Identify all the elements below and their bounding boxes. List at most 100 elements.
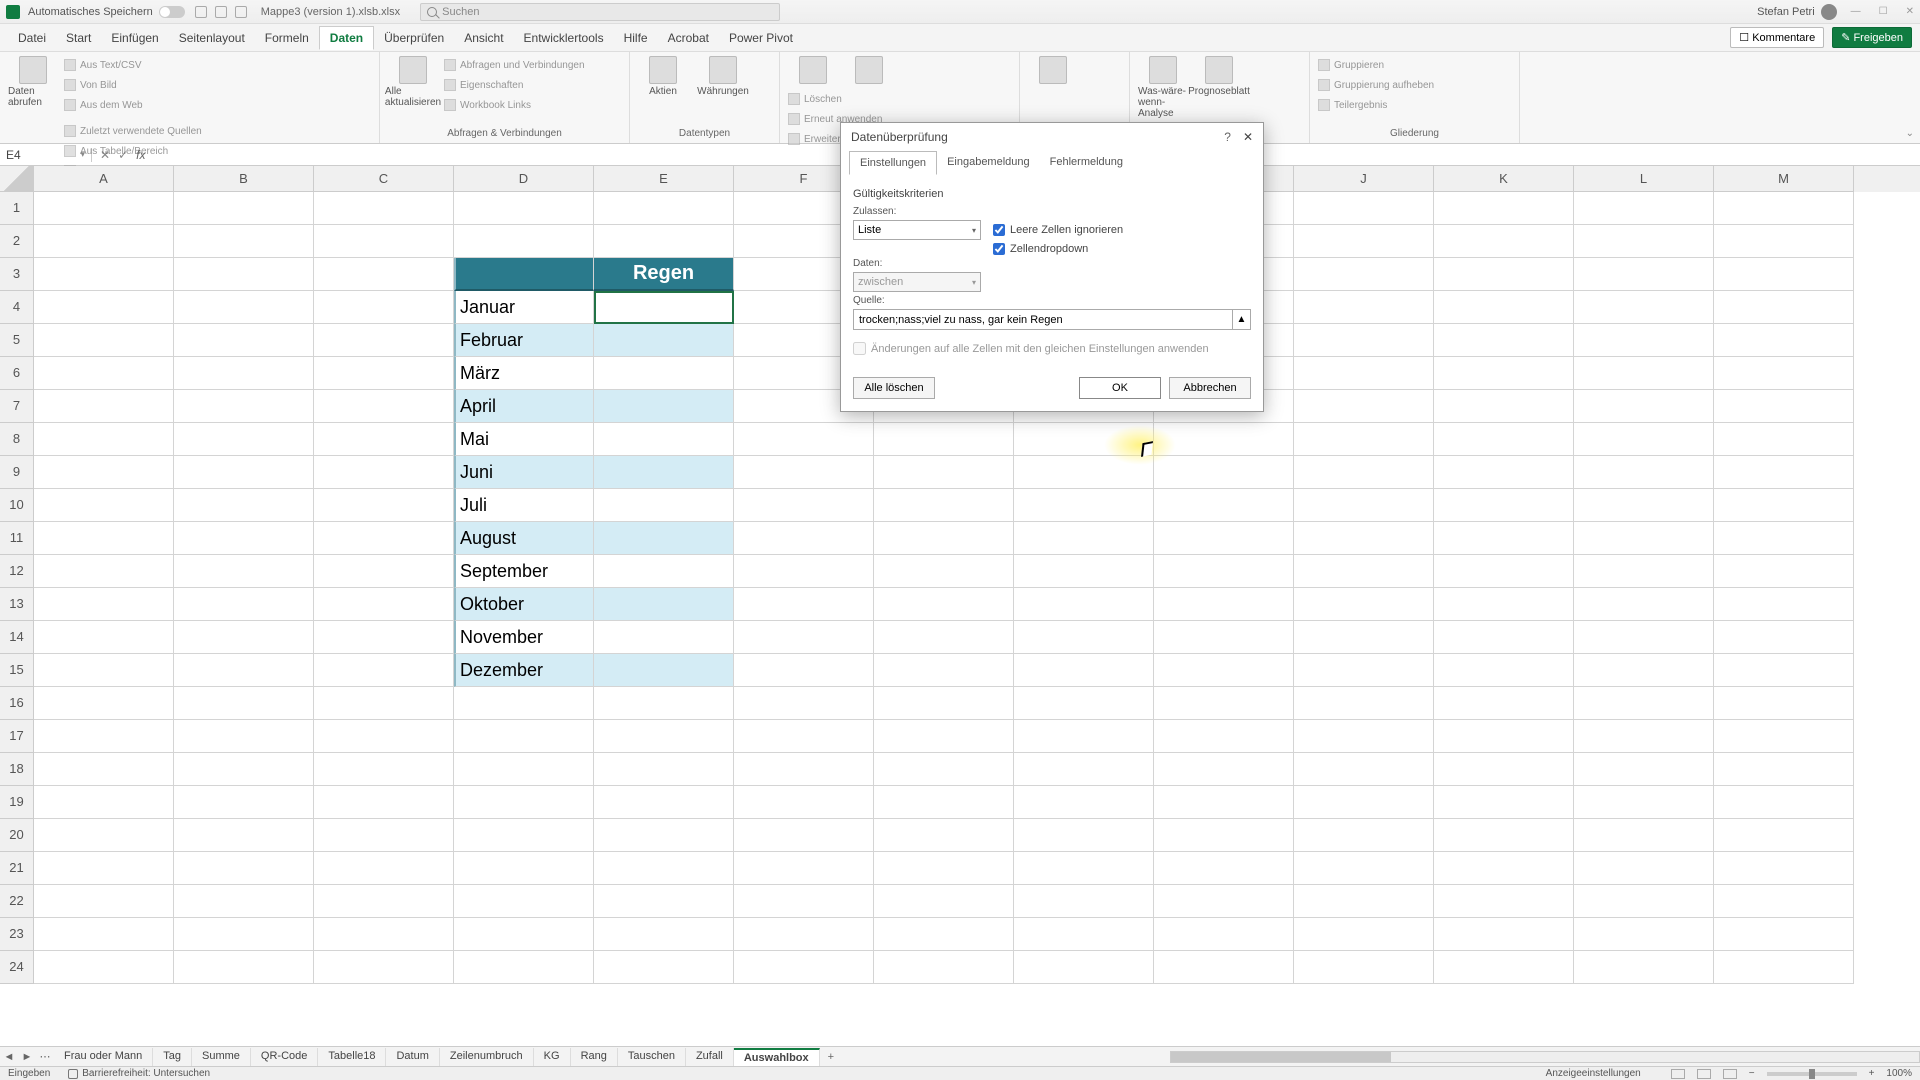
cell[interactable] <box>1714 555 1854 588</box>
cell[interactable] <box>1714 357 1854 390</box>
cell[interactable] <box>1294 588 1434 621</box>
cell[interactable] <box>1714 918 1854 951</box>
ribbon-tab-einfügen[interactable]: Einfügen <box>101 27 168 49</box>
cell[interactable] <box>34 753 174 786</box>
cell[interactable] <box>1294 489 1434 522</box>
ribbon-item[interactable]: Aus Tabelle/Bereich <box>64 142 224 160</box>
cell[interactable] <box>174 555 314 588</box>
cell[interactable] <box>594 423 734 456</box>
cell[interactable] <box>1574 291 1714 324</box>
cell[interactable] <box>874 786 1014 819</box>
column-header[interactable]: D <box>454 166 594 192</box>
cell[interactable] <box>34 819 174 852</box>
cell[interactable] <box>1574 687 1714 720</box>
cell[interactable] <box>874 951 1014 984</box>
sheet-nav-more[interactable]: ⋯ <box>36 1050 54 1063</box>
cell[interactable] <box>1574 753 1714 786</box>
undo-icon[interactable] <box>215 6 227 18</box>
cell[interactable] <box>874 621 1014 654</box>
cell[interactable] <box>594 522 734 555</box>
ribbon-tab-daten[interactable]: Daten <box>319 26 374 50</box>
cancel-button[interactable]: Abbrechen <box>1169 377 1251 399</box>
cell[interactable] <box>1154 489 1294 522</box>
cell[interactable] <box>1014 687 1154 720</box>
cell[interactable] <box>174 720 314 753</box>
whatif-button[interactable]: Was-wäre-wenn-Analyse <box>1138 56 1188 119</box>
ribbon-tab-überprüfen[interactable]: Überprüfen <box>374 27 454 49</box>
cell[interactable]: April <box>454 390 594 423</box>
cell[interactable] <box>1714 885 1854 918</box>
cell[interactable] <box>1714 951 1854 984</box>
cell[interactable] <box>1014 621 1154 654</box>
cell[interactable] <box>1014 555 1154 588</box>
ribbon-item[interactable]: Währungen <box>698 56 748 97</box>
cell[interactable] <box>314 357 454 390</box>
cell[interactable] <box>1294 951 1434 984</box>
cell[interactable] <box>454 951 594 984</box>
cell[interactable] <box>734 819 874 852</box>
cell[interactable] <box>34 786 174 819</box>
cell[interactable] <box>314 522 454 555</box>
column-header[interactable]: L <box>1574 166 1714 192</box>
cell[interactable] <box>1294 885 1434 918</box>
ribbon-tab-ansicht[interactable]: Ansicht <box>454 27 513 49</box>
cell[interactable] <box>1574 786 1714 819</box>
cell[interactable] <box>454 819 594 852</box>
cell[interactable] <box>1574 192 1714 225</box>
row-header[interactable]: 2 <box>0 225 34 258</box>
cell[interactable] <box>314 555 454 588</box>
cell[interactable] <box>1434 786 1574 819</box>
cell[interactable] <box>1714 522 1854 555</box>
cell[interactable] <box>874 753 1014 786</box>
cell[interactable] <box>1574 885 1714 918</box>
cell[interactable] <box>174 423 314 456</box>
cell[interactable] <box>1294 357 1434 390</box>
cell[interactable] <box>734 852 874 885</box>
cell[interactable] <box>1154 456 1294 489</box>
cell[interactable] <box>1154 918 1294 951</box>
row-header[interactable]: 21 <box>0 852 34 885</box>
ribbon-tab-hilfe[interactable]: Hilfe <box>614 27 658 49</box>
cell[interactable]: August <box>454 522 594 555</box>
cell[interactable] <box>1434 489 1574 522</box>
ribbon-item[interactable]: Eigenschaften <box>444 76 604 94</box>
sheet-tab[interactable]: Tauschen <box>618 1048 686 1066</box>
cell[interactable] <box>314 885 454 918</box>
cell[interactable] <box>874 654 1014 687</box>
cell[interactable] <box>594 192 734 225</box>
cell[interactable] <box>1714 687 1854 720</box>
dialog-tab[interactable]: Eingabemeldung <box>937 151 1040 175</box>
cell[interactable] <box>734 522 874 555</box>
cell[interactable] <box>1294 324 1434 357</box>
cell[interactable] <box>1294 258 1434 291</box>
row-header[interactable]: 14 <box>0 621 34 654</box>
cell[interactable] <box>314 687 454 720</box>
cell[interactable] <box>594 588 734 621</box>
row-header[interactable]: 15 <box>0 654 34 687</box>
ribbon-tab-entwicklertools[interactable]: Entwicklertools <box>514 27 614 49</box>
cell[interactable] <box>734 423 874 456</box>
cell[interactable] <box>34 522 174 555</box>
cell[interactable] <box>1294 522 1434 555</box>
cell[interactable] <box>1714 720 1854 753</box>
cell[interactable] <box>174 324 314 357</box>
cell[interactable] <box>1154 753 1294 786</box>
select-all-triangle[interactable] <box>0 166 34 192</box>
minimize-icon[interactable]: — <box>1851 6 1861 17</box>
ribbon-item[interactable]: Aus Text/CSV <box>64 56 224 74</box>
cell[interactable]: Mai <box>454 423 594 456</box>
cell[interactable] <box>314 753 454 786</box>
autosave-toggle[interactable] <box>159 6 185 18</box>
redo-icon[interactable] <box>235 6 247 18</box>
row-header[interactable]: 9 <box>0 456 34 489</box>
cell[interactable] <box>1294 456 1434 489</box>
ribbon-tab-acrobat[interactable]: Acrobat <box>658 27 719 49</box>
cell[interactable] <box>34 258 174 291</box>
cell[interactable] <box>1574 423 1714 456</box>
cell[interactable] <box>874 522 1014 555</box>
data-validation-icon[interactable] <box>1080 90 1094 104</box>
ribbon-tab-datei[interactable]: Datei <box>8 27 56 49</box>
cell[interactable] <box>1434 687 1574 720</box>
cell[interactable] <box>314 192 454 225</box>
cell[interactable] <box>594 951 734 984</box>
